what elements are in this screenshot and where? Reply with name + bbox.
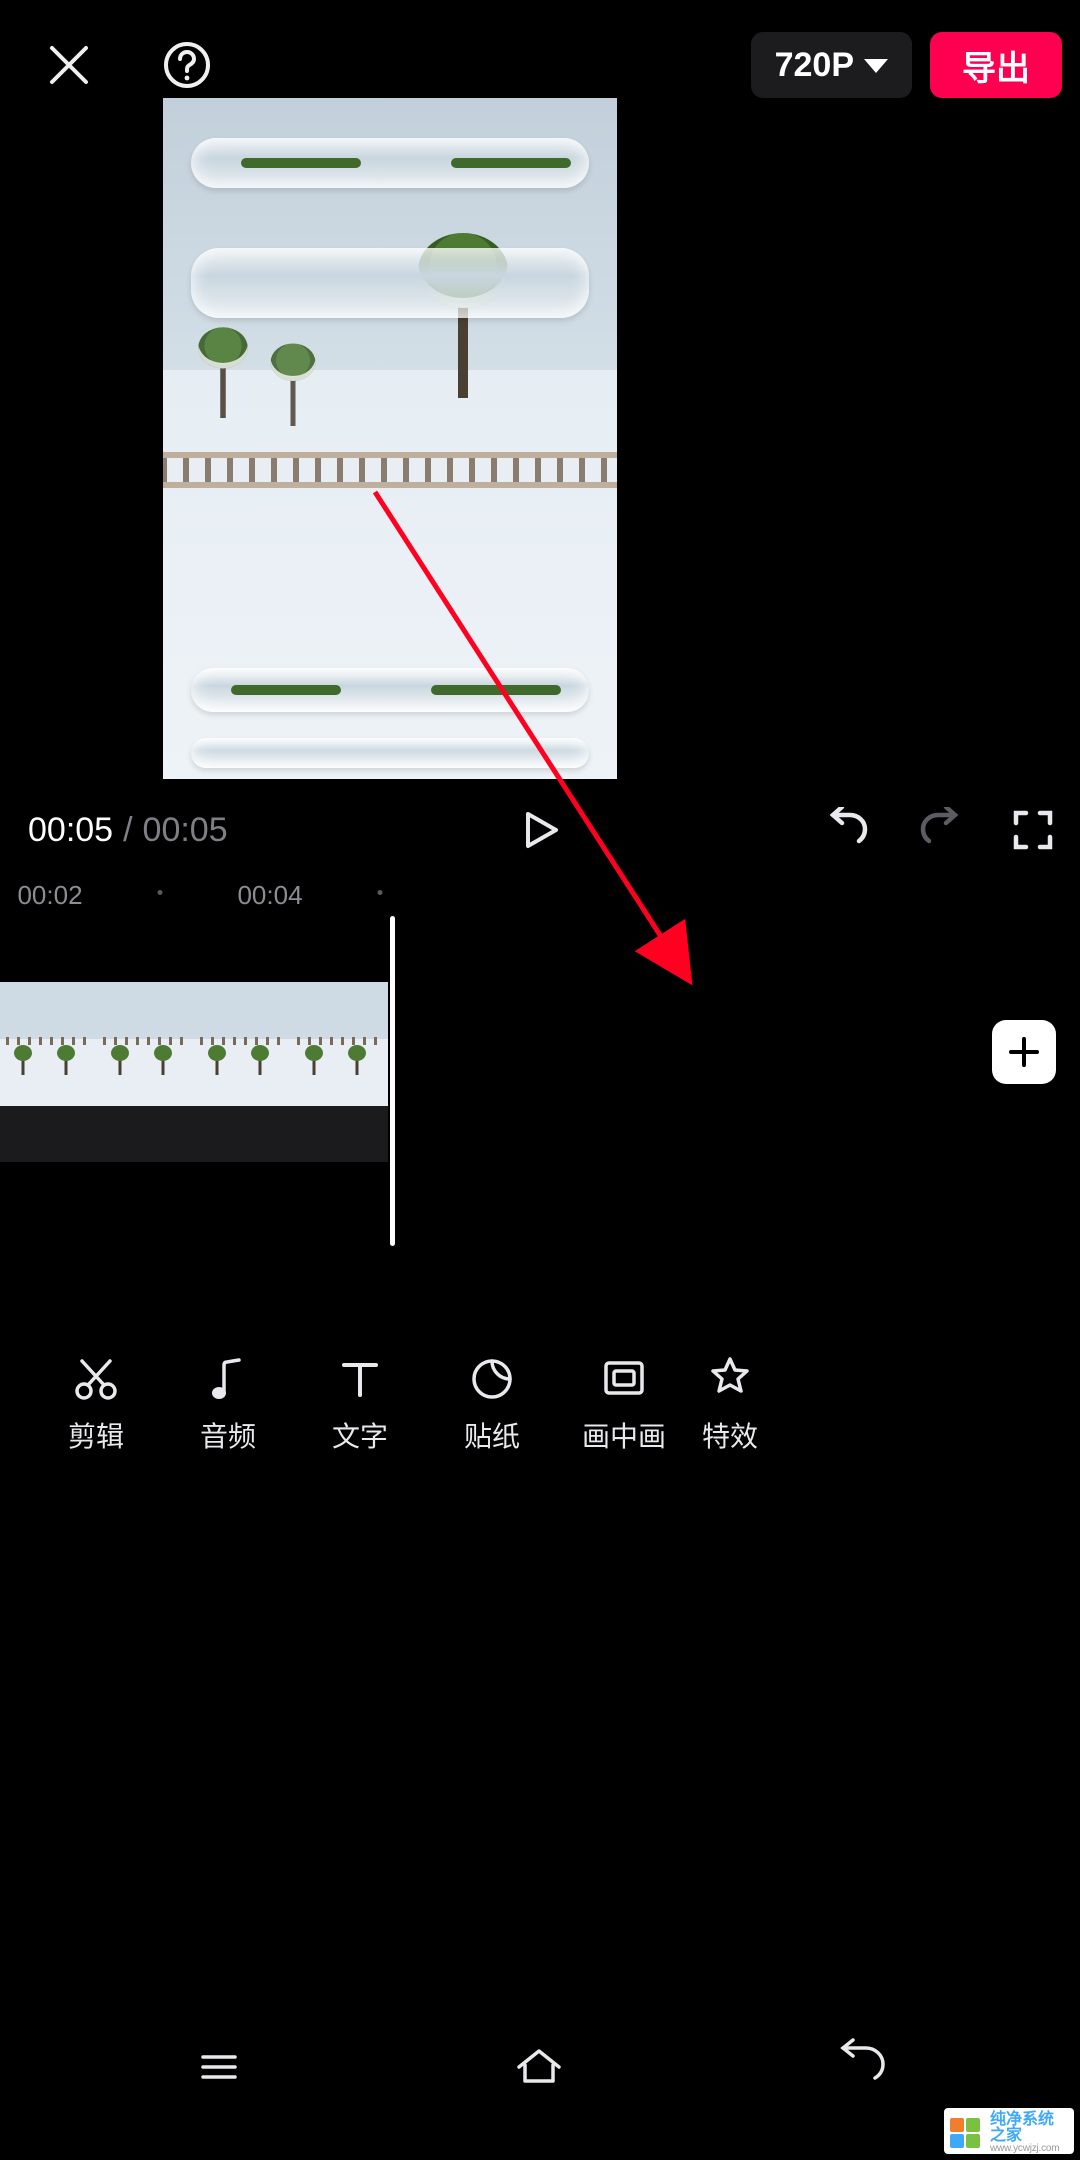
preview-effect-streak [191,138,589,188]
video-preview[interactable] [163,98,617,779]
time-total: 00:05 [143,811,228,850]
help-icon[interactable] [162,40,212,90]
preview-effect-streak [191,668,589,712]
watermark-line1: 纯净系统之家 [990,2112,1068,2144]
playback-bar: 00:05 / 00:05 [0,800,1080,860]
timeline-audio-row[interactable] [0,1106,388,1162]
timeline-playhead[interactable] [390,916,395,1246]
preview-effect-streak [191,248,589,318]
plus-icon [1007,1035,1041,1069]
tool-sticker[interactable]: 贴纸 [426,1355,558,1455]
text-icon [336,1355,384,1403]
preview-fence [163,452,617,488]
nav-home-icon[interactable] [509,2037,569,2097]
chevron-down-icon [864,59,888,73]
video-editor-screen: 720P 导出 00:05 / [0,0,1080,2160]
resolution-dropdown[interactable]: 720P [751,32,912,98]
timeline[interactable]: 00:02 00:04 [0,868,1080,1246]
ruler-tick [378,890,383,895]
preview-ground [163,370,617,779]
fullscreen-icon[interactable] [1012,809,1054,851]
top-bar: 720P 导出 [0,20,1080,110]
top-bar-left [0,40,212,90]
nav-menu-icon[interactable] [191,2039,247,2095]
ruler-label: 00:04 [237,880,302,911]
ruler-tick [158,890,163,895]
close-icon[interactable] [46,42,92,88]
scissors-icon [72,1355,120,1403]
clip-thumb [97,982,194,1106]
clip-thumb [291,982,388,1106]
nav-back-icon[interactable] [831,2038,889,2096]
tool-text[interactable]: 文字 [294,1355,426,1455]
watermark-logo [950,2118,980,2148]
time-current: 00:05 [28,811,113,850]
tool-audio[interactable]: 音频 [162,1355,294,1455]
playback-bar-right [824,807,1054,853]
top-bar-right: 720P 导出 [751,20,1062,110]
watermark-line2: www.ycwjzj.com [990,2144,1068,2154]
tool-label: 画中画 [582,1415,666,1455]
tool-label: 剪辑 [68,1415,124,1455]
redo-icon[interactable] [918,807,964,853]
preview-effect-streak [191,738,589,768]
resolution-label: 720P [775,46,854,85]
add-clip-button[interactable] [992,1020,1056,1084]
tool-bar: 剪辑 音频 文字 贴纸 画中画 [0,1335,1080,1475]
export-button[interactable]: 导出 [930,32,1062,98]
time-display: 00:05 / 00:05 [28,811,228,850]
play-icon[interactable] [518,808,562,852]
system-nav-bar [0,2030,1080,2104]
timeline-ruler: 00:02 00:04 [0,868,1080,916]
time-separator: / [123,811,132,850]
watermark: 纯净系统之家 www.ycwjzj.com [944,2108,1074,2154]
ruler-label: 00:02 [17,880,82,911]
tool-effect[interactable]: 特效 [690,1355,770,1455]
clip-thumb [0,982,97,1106]
tool-label: 贴纸 [464,1415,520,1455]
clip-thumb [194,982,291,1106]
undo-icon[interactable] [824,807,870,853]
timeline-clip[interactable] [0,982,388,1106]
music-note-icon [204,1355,252,1403]
tool-label: 文字 [332,1415,388,1455]
pip-icon [600,1355,648,1403]
tool-cut[interactable]: 剪辑 [30,1355,162,1455]
effect-icon [706,1355,754,1403]
export-label: 导出 [962,41,1030,90]
tool-pip[interactable]: 画中画 [558,1355,690,1455]
watermark-text: 纯净系统之家 www.ycwjzj.com [990,2112,1068,2154]
sticker-icon [468,1355,516,1403]
tool-label: 音频 [200,1415,256,1455]
tool-label: 特效 [702,1415,758,1455]
